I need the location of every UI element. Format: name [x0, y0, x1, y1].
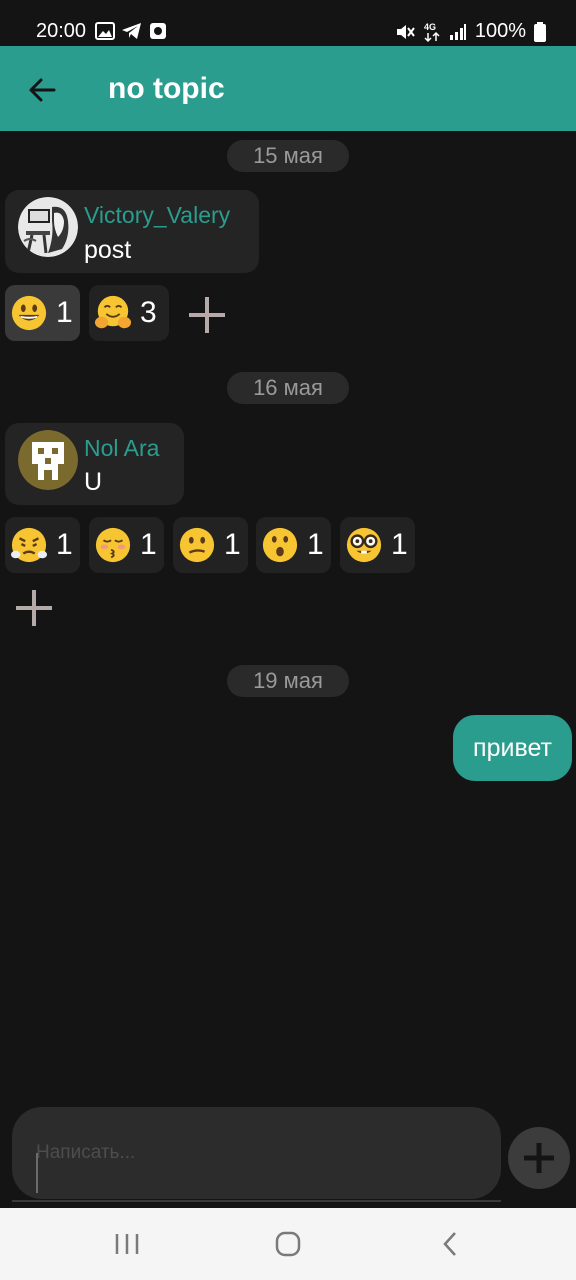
svg-text:4G: 4G — [424, 22, 436, 32]
hugging-face-icon — [94, 295, 132, 329]
reaction-count: 1 — [56, 528, 73, 561]
status-system-icons: 4G 100% — [395, 20, 546, 43]
confused-face-icon — [179, 527, 215, 563]
reaction-count: 1 — [224, 528, 241, 561]
status-notification-icons — [95, 22, 167, 40]
sender-name[interactable]: Nol Ara — [84, 435, 159, 462]
reaction-chip[interactable]: 1 — [89, 517, 164, 573]
date-separator: 16 мая — [227, 372, 349, 404]
recent-apps-button[interactable] — [107, 1228, 147, 1260]
own-message-bubble[interactable]: привет — [453, 715, 572, 781]
reaction-chip[interactable]: 1 — [173, 517, 248, 573]
system-back-button[interactable] — [430, 1228, 470, 1260]
message-input[interactable] — [36, 1121, 476, 1185]
reaction-chip[interactable]: 1 — [5, 517, 80, 573]
attach-button[interactable] — [508, 1127, 570, 1189]
status-time: 20:00 — [36, 20, 87, 42]
message-bubble[interactable]: Victory_Valery post — [5, 190, 259, 273]
chevron-left-icon — [443, 1232, 456, 1256]
date-separator: 15 мая — [227, 140, 349, 172]
reaction-count: 1 — [140, 528, 157, 561]
date-separator: 19 мая — [227, 665, 349, 697]
composer-underline — [12, 1200, 501, 1202]
signal-icon — [449, 23, 466, 40]
reaction-chip[interactable]: 1 — [256, 517, 331, 573]
add-reaction-icon[interactable] — [12, 586, 56, 630]
grinning-face-icon — [11, 295, 47, 331]
avatar-image — [18, 430, 78, 490]
avatar-image — [18, 197, 78, 257]
telegram-icon — [122, 23, 141, 39]
reaction-chip[interactable]: 3 — [89, 285, 169, 341]
home-button[interactable] — [268, 1228, 308, 1260]
battery-icon — [534, 21, 546, 42]
plus-icon — [524, 1143, 554, 1173]
arrow-left-icon — [29, 78, 56, 102]
system-nav-bar — [0, 1208, 576, 1280]
sender-name[interactable]: Victory_Valery — [84, 202, 230, 229]
face-with-steam-icon — [10, 527, 48, 563]
reaction-count: 1 — [391, 528, 408, 561]
kissing-face-icon — [95, 527, 131, 563]
app-bar: no topic — [0, 46, 576, 131]
avatar[interactable] — [18, 430, 78, 490]
app-notification-icon — [150, 23, 166, 39]
message-bubble[interactable]: Nol Ara U — [5, 423, 184, 505]
battery-percent: 100% — [474, 20, 526, 42]
image-icon — [95, 22, 115, 40]
reaction-count: 1 — [307, 528, 324, 561]
message-text: U — [84, 468, 103, 496]
home-icon — [275, 1231, 301, 1257]
status-bar: 20:00 4G 100% — [0, 0, 576, 46]
hushed-face-icon — [262, 527, 298, 563]
message-text: post — [84, 236, 132, 264]
reaction-count: 3 — [140, 296, 157, 329]
reaction-chip[interactable]: 1 — [5, 285, 80, 341]
back-button[interactable] — [20, 68, 64, 112]
reaction-chip[interactable]: 1 — [340, 517, 415, 573]
chat-screen: 20:00 4G 100% no topic 15 мая Victory_Va… — [0, 0, 576, 1280]
message-composer — [12, 1107, 501, 1199]
network-4g-icon: 4G — [424, 22, 440, 42]
text-cursor — [36, 1153, 38, 1193]
reaction-count: 1 — [56, 296, 73, 329]
page-title: no topic — [108, 72, 225, 105]
add-reaction-icon[interactable] — [185, 293, 229, 337]
avatar[interactable] — [18, 197, 78, 257]
nerd-face-icon — [346, 527, 382, 563]
mute-icon — [396, 24, 415, 39]
recent-apps-icon — [115, 1234, 139, 1254]
